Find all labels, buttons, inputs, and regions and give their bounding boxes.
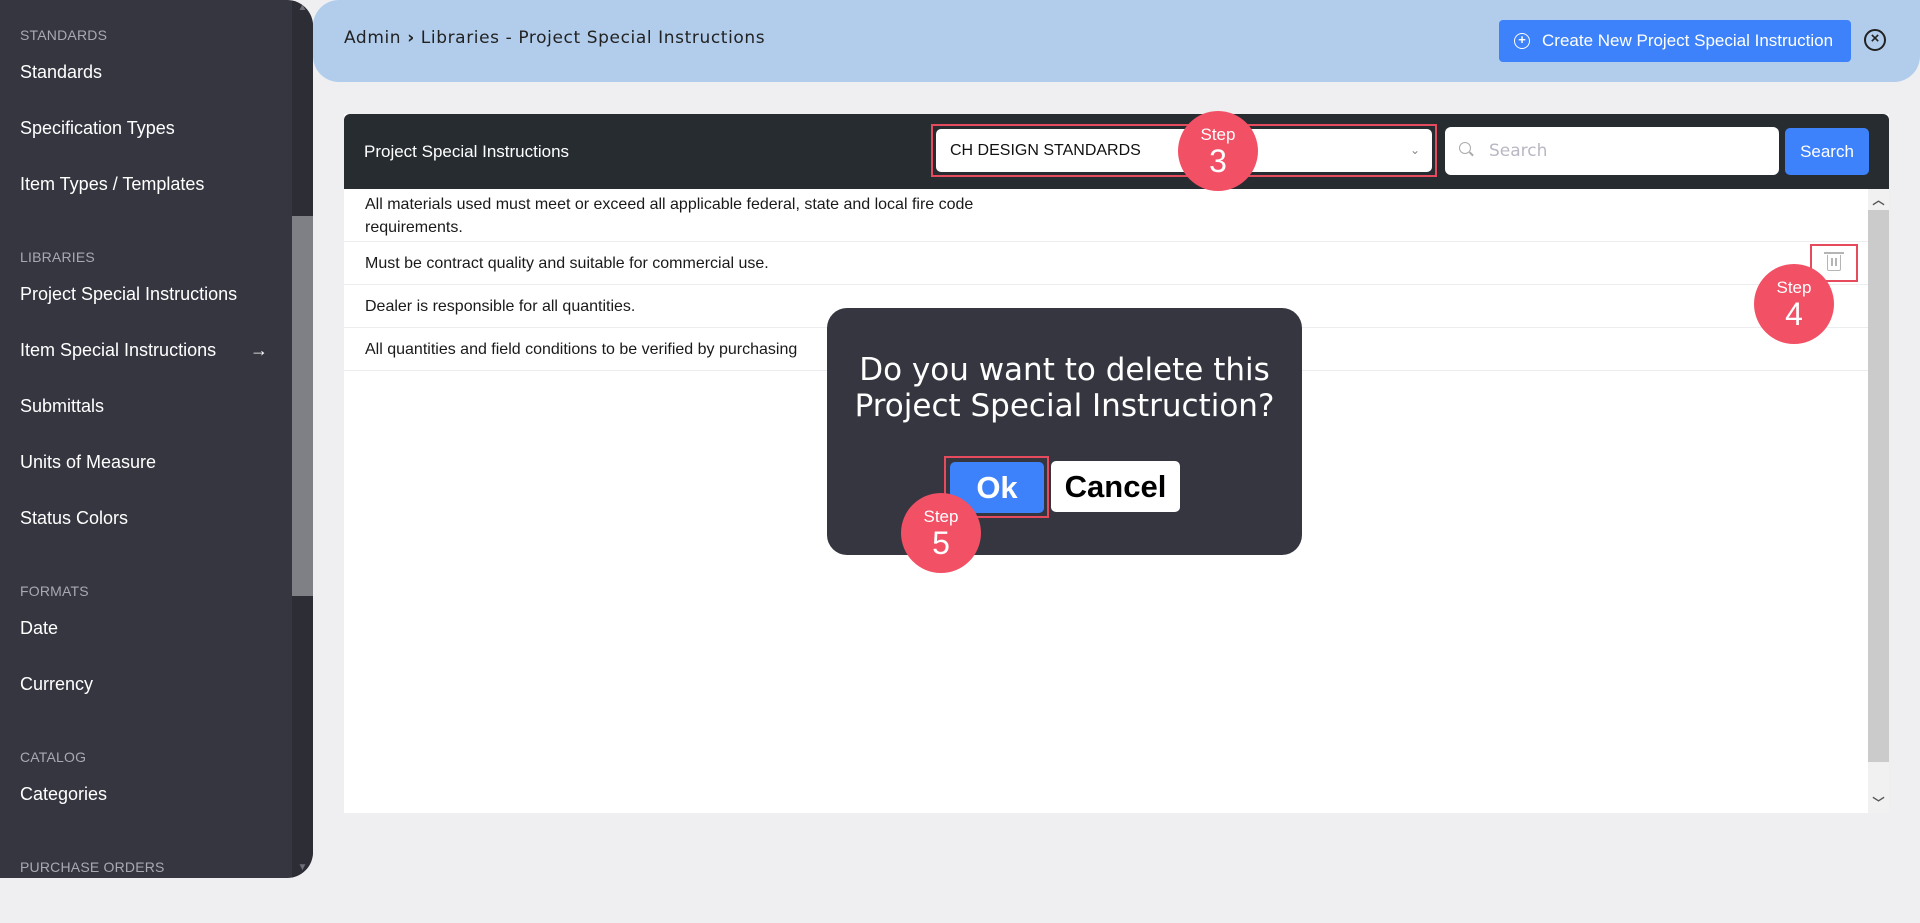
- sidebar-item-item-special-instructions[interactable]: Item Special Instructions →: [0, 322, 292, 378]
- chevron-up-icon[interactable]: ︿: [1868, 191, 1889, 208]
- sidebar-item-standards[interactable]: Standards: [0, 44, 292, 100]
- sidebar-section-catalog: CATALOG: [20, 749, 87, 765]
- create-new-project-special-instruction-button[interactable]: + Create New Project Special Instruction: [1499, 20, 1851, 62]
- step-label: Step: [923, 507, 959, 526]
- trash-icon: [1824, 252, 1844, 271]
- standard-select-value: CH DESIGN STANDARDS: [950, 142, 1141, 159]
- step-marker-5: Step 5: [901, 493, 981, 573]
- search-input[interactable]: [1489, 127, 1769, 175]
- step-marker-3: Step 3: [1178, 111, 1258, 191]
- sidebar-item-currency[interactable]: Currency: [0, 656, 292, 712]
- search-field[interactable]: [1445, 127, 1779, 175]
- sidebar-item-label: Item Special Instructions: [20, 340, 217, 360]
- create-button-label: Create New Project Special Instruction: [1542, 31, 1834, 50]
- list-scrollbar[interactable]: ︿ ﹀: [1868, 189, 1889, 813]
- instruction-text: All materials used must meet or exceed a…: [365, 196, 974, 236]
- sidebar-section-libraries: LIBRARIES: [20, 249, 95, 265]
- step-number: 5: [932, 525, 950, 561]
- breadcrumb-separator-icon: ›: [407, 28, 415, 48]
- search-button[interactable]: Search: [1785, 128, 1869, 175]
- step-label: Step: [1200, 125, 1236, 144]
- sidebar-item-project-special-instructions[interactable]: Project Special Instructions: [0, 266, 292, 322]
- chevron-down-icon: ⌄: [1409, 143, 1420, 157]
- list-scrollbar-thumb[interactable]: [1868, 210, 1889, 762]
- step-number: 4: [1785, 296, 1803, 332]
- sidebar-item-submittals[interactable]: Submittals: [0, 378, 292, 434]
- chevron-down-icon[interactable]: ﹀: [1868, 794, 1889, 811]
- step-label: Step: [1776, 278, 1812, 297]
- sidebar-section-formats: FORMATS: [20, 583, 89, 599]
- sidebar-item-status-colors[interactable]: Status Colors: [0, 490, 292, 546]
- instruction-text: Must be contract quality and suitable fo…: [365, 255, 769, 272]
- breadcrumb-admin[interactable]: Admin: [344, 28, 401, 48]
- dialog-message: Do you want to delete this Project Speci…: [854, 352, 1275, 424]
- arrow-right-icon: →: [250, 340, 268, 360]
- sidebar-item-categories[interactable]: Categories: [0, 766, 292, 822]
- sidebar-item-item-types-templates[interactable]: Item Types / Templates: [0, 156, 292, 212]
- sidebar: STANDARDS Standards Specification Types …: [0, 0, 313, 878]
- delete-confirm-dialog: Do you want to delete this Project Speci…: [827, 308, 1302, 555]
- page-header: Admin › Libraries - Project Special Instru…: [313, 0, 1920, 82]
- list-item[interactable]: All materials used must meet or exceed a…: [344, 189, 1868, 242]
- list-item[interactable]: Must be contract quality and suitable fo…: [344, 242, 1868, 285]
- sidebar-item-date[interactable]: Date: [0, 600, 292, 656]
- breadcrumb-current: Libraries - Project Special Instructions: [420, 28, 766, 48]
- sidebar-scrollbar[interactable]: ▲ ▼: [292, 0, 313, 878]
- sidebar-section-standards: STANDARDS: [20, 27, 108, 43]
- sidebar-item-units-of-measure[interactable]: Units of Measure: [0, 434, 292, 490]
- cancel-button[interactable]: Cancel: [1051, 461, 1180, 512]
- chevron-up-icon[interactable]: ▲: [295, 2, 310, 14]
- step-marker-4: Step 4: [1754, 264, 1834, 344]
- sidebar-scrollbar-thumb[interactable]: [292, 216, 313, 596]
- panel-header: Project Special Instructions CH DESIGN S…: [344, 114, 1889, 189]
- search-icon: [1459, 142, 1471, 154]
- step-number: 3: [1209, 143, 1227, 179]
- sidebar-section-purchase-orders: PURCHASE ORDERS: [20, 859, 165, 875]
- sidebar-item-specification-types[interactable]: Specification Types: [0, 100, 292, 156]
- plus-circle-icon: +: [1514, 33, 1530, 49]
- panel-title: Project Special Instructions: [364, 142, 570, 161]
- close-circle-icon[interactable]: ×: [1864, 29, 1886, 51]
- sidebar-menu: STANDARDS Standards Specification Types …: [0, 0, 292, 878]
- breadcrumb: Admin › Libraries - Project Special Instru…: [344, 28, 765, 48]
- chevron-down-icon[interactable]: ▼: [295, 862, 310, 874]
